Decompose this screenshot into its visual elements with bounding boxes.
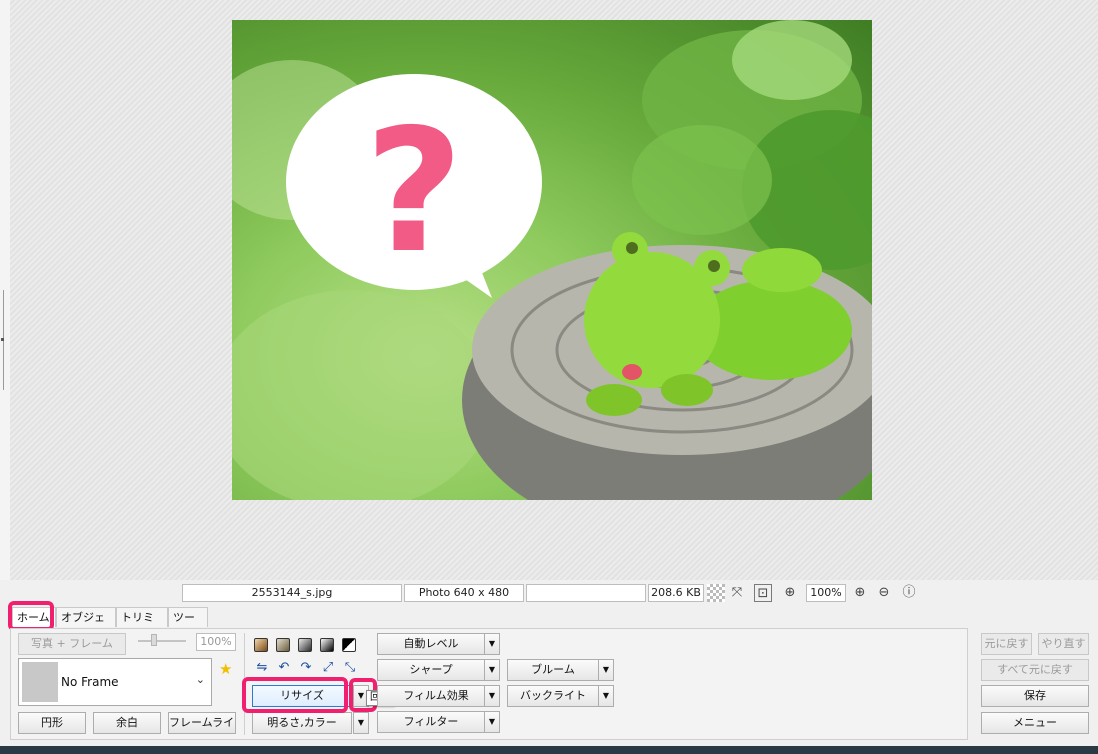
question-mark: ? [365,93,464,291]
chevron-down-icon: ⌄ [195,673,205,686]
status-bar: 2553144_s.jpg Photo 640 x 480 208.6 KB ⤧… [0,580,1098,606]
filesize-field: 208.6 KB [648,584,704,602]
taskbar [0,746,1098,754]
photo-preview: ? [232,20,872,500]
zoom-fit-icon[interactable]: ⊕ [781,584,799,602]
flip-horizontal-icon[interactable]: ⇋ [254,660,270,676]
side-panel-handle[interactable] [1,290,8,390]
bw-swatch[interactable] [320,638,334,652]
extra-field [526,584,646,602]
tab-trimming[interactable]: トリミング [116,607,168,644]
vintage-swatch[interactable] [276,638,290,652]
zoom-field[interactable]: 100% [806,584,846,602]
menu-button[interactable]: メニュー [981,712,1089,734]
opacity-value: 100% [196,633,236,651]
tab-tools[interactable]: ツール [168,607,208,644]
frameline-button[interactable]: フレームライン [168,712,236,734]
undo-button[interactable]: 元に戻す [981,633,1032,655]
photo-frame-button[interactable]: 写真 + フレーム [18,633,126,655]
frame-select-value: No Frame [61,675,119,689]
filter-button[interactable]: フィルター [377,711,485,733]
brightness-dropdown[interactable]: ▼ [353,712,369,734]
revert-all-button[interactable]: すべて元に戻す [981,659,1089,681]
auto-level-button[interactable]: 自動レベル [377,633,485,655]
backlight-dropdown[interactable]: ▼ [598,685,614,707]
filename-field: 2553144_s.jpg [182,584,402,602]
brightness-color-button[interactable]: 明るさ,カラー [252,712,352,734]
photo-illustration: ? [232,20,872,500]
opacity-slider-thumb[interactable] [151,634,157,646]
opacity-slider-track[interactable] [138,640,186,642]
resize-highlight [242,677,348,713]
info-icon[interactable]: ⓘ [900,584,918,602]
fit-icon[interactable]: ⤡ [342,660,358,676]
redo-button[interactable]: やり直す [1038,633,1089,655]
film-effect-dropdown[interactable]: ▼ [484,685,500,707]
tab-highlight [8,601,54,631]
negative-swatch[interactable] [342,638,356,652]
rotate-right-icon[interactable]: ↷ [298,660,314,676]
sharp-dropdown[interactable]: ▼ [484,659,500,681]
fit-window-icon[interactable]: ⤧ [728,584,746,602]
zoom-out-icon[interactable]: ⊖ [875,584,893,602]
sharp-button[interactable]: シャープ [377,659,485,681]
auto-level-dropdown[interactable]: ▼ [484,633,500,655]
frame-select[interactable]: No Frame ⌄ [18,658,212,706]
margin-button[interactable]: 余白 [93,712,161,734]
expand-icon[interactable]: ⤢ [320,660,336,676]
bloom-button[interactable]: ブルーム [507,659,599,681]
star-icon[interactable]: ★ [219,660,232,678]
save-button[interactable]: 保存 [981,685,1089,707]
film-effect-button[interactable]: フィルム効果 [377,685,485,707]
transparency-icon[interactable] [707,584,725,602]
filter-dropdown[interactable]: ▼ [484,711,500,733]
sepia-swatch[interactable] [254,638,268,652]
bloom-dropdown[interactable]: ▼ [598,659,614,681]
rotate-left-icon[interactable]: ↶ [276,660,292,676]
backlight-button[interactable]: バックライト [507,685,599,707]
dimensions-field: Photo 640 x 480 [404,584,524,602]
grayscale-swatch[interactable] [298,638,312,652]
frame-thumbnail [22,662,58,702]
actual-size-icon[interactable]: ⊡ [754,584,772,602]
left-strip [0,0,10,580]
zoom-in-icon[interactable]: ⊕ [851,584,869,602]
tab-object[interactable]: オブジェクト [56,607,116,644]
circle-button[interactable]: 円形 [18,712,86,734]
